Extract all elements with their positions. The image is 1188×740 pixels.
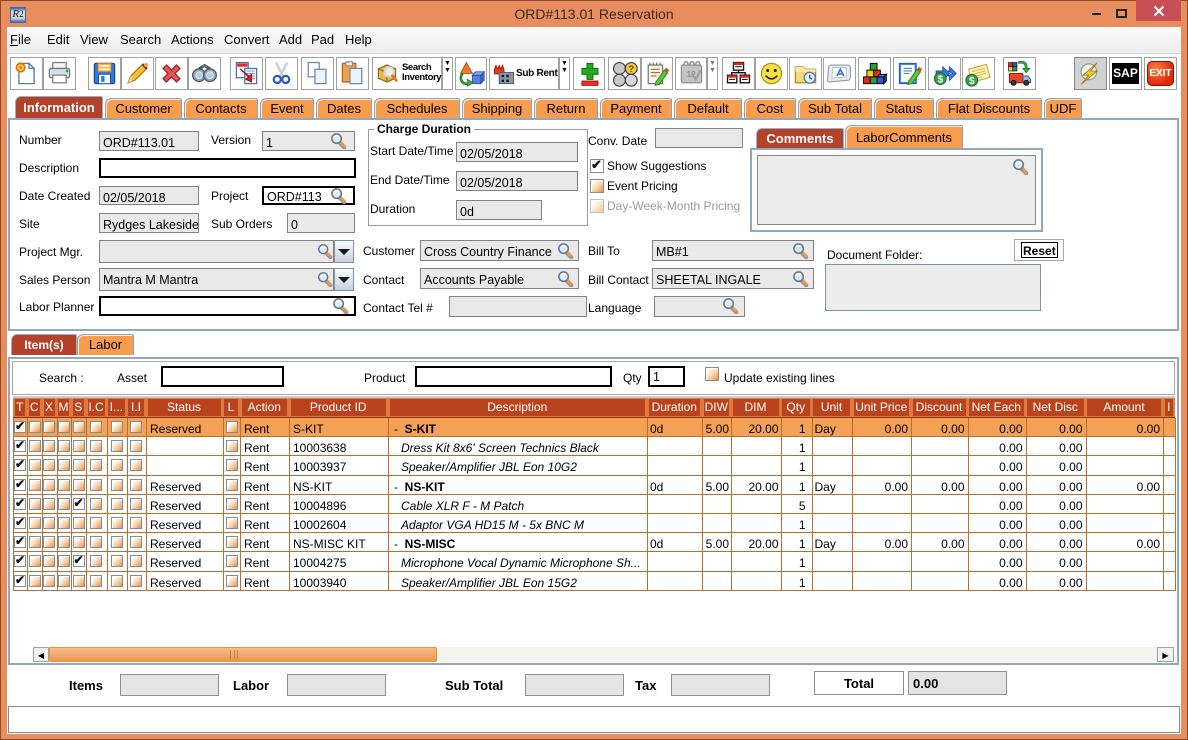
- svg-text:?: ?: [628, 64, 634, 74]
- svg-text:$: $: [937, 74, 943, 85]
- svg-text:$: $: [969, 76, 975, 87]
